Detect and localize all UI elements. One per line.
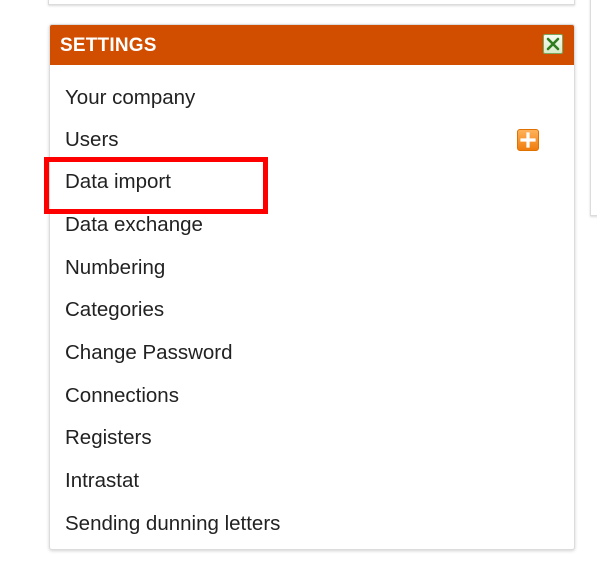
right-panel-edge	[590, 0, 597, 216]
close-icon	[544, 35, 562, 53]
menu-item-intrastat[interactable]: Intrastat	[65, 466, 139, 496]
close-button[interactable]	[543, 34, 563, 54]
menu-item-numbering[interactable]: Numbering	[65, 253, 165, 283]
settings-title: SETTINGS	[60, 35, 157, 56]
menu-item-sending-dunning-letters[interactable]: Sending dunning letters	[65, 509, 280, 539]
settings-panel: SETTINGS Your company Users Data import …	[49, 24, 575, 550]
plus-icon	[518, 130, 538, 150]
menu-item-connections[interactable]: Connections	[65, 381, 179, 411]
add-user-button[interactable]	[517, 129, 539, 151]
page: SETTINGS Your company Users Data import …	[0, 0, 597, 562]
menu-item-data-exchange[interactable]: Data exchange	[65, 210, 203, 240]
top-panel-edge	[48, 0, 575, 5]
highlight-annotation	[44, 157, 268, 214]
menu-item-change-password[interactable]: Change Password	[65, 338, 233, 368]
menu-item-categories[interactable]: Categories	[65, 295, 164, 325]
menu-item-your-company[interactable]: Your company	[65, 83, 195, 113]
settings-header: SETTINGS	[50, 25, 574, 65]
menu-item-registers[interactable]: Registers	[65, 423, 152, 453]
menu-item-users[interactable]: Users	[65, 125, 119, 155]
